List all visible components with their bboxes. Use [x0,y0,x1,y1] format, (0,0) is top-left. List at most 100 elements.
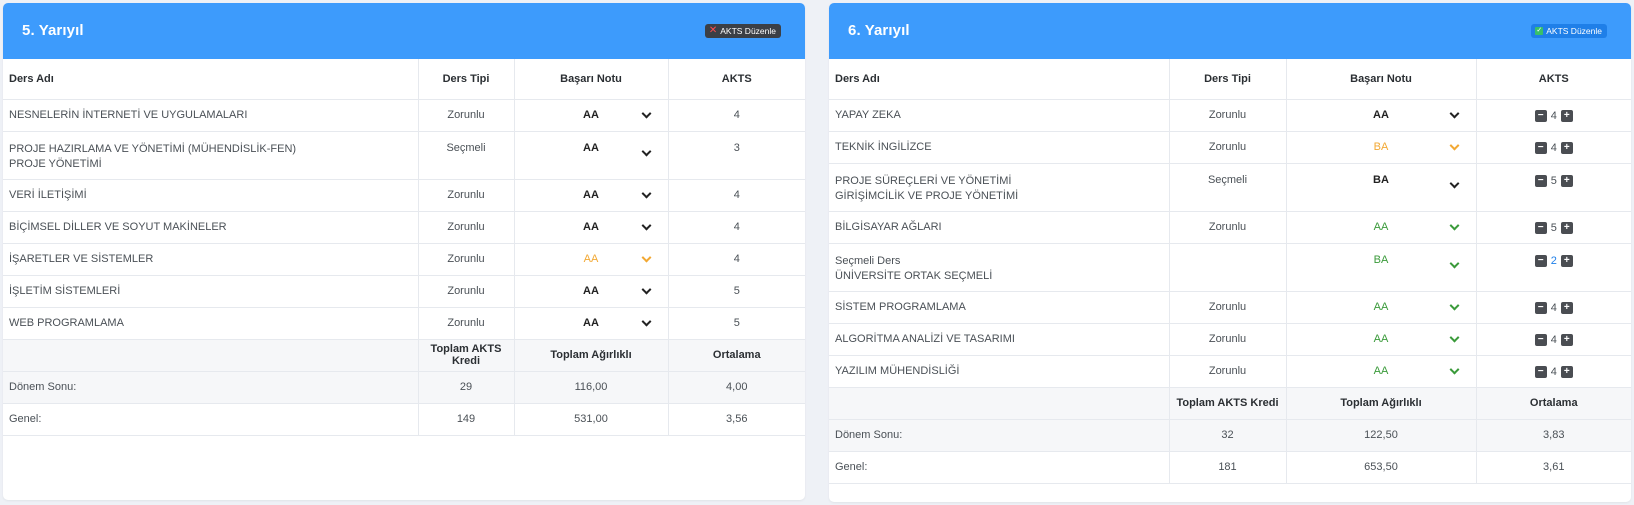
summary-weighted: 122,50 [1286,419,1477,452]
grade-select-wrap[interactable]: BA [1287,253,1476,268]
grade-select[interactable]: AA [1286,323,1477,356]
plus-icon[interactable]: + [1560,141,1573,154]
grade-select-wrap[interactable]: AA [515,180,668,211]
header-grade: Başarı Notu [514,59,669,100]
akts-cell: 3 [668,131,805,180]
akts-stepper[interactable]: −4 + [1534,365,1573,378]
minus-icon[interactable]: − [1534,254,1547,267]
grade-select[interactable]: AA [514,131,669,180]
grade-value: AA [583,189,599,201]
grade-select[interactable]: AA [1286,291,1477,324]
grade-select-wrap[interactable]: AA [515,308,668,339]
plus-icon[interactable]: + [1560,174,1573,187]
grade-select[interactable]: BA [1286,243,1477,292]
grade-select-wrap[interactable]: AA [515,276,668,307]
summary-average: 3,56 [668,403,805,436]
grade-select[interactable]: AA [514,179,669,212]
chevron-down-icon[interactable] [641,220,651,231]
chevron-down-icon[interactable] [1449,300,1459,311]
plus-icon[interactable]: + [1560,109,1573,122]
grade-select[interactable]: AA [514,99,669,132]
course-table: Ders Adı Ders Tipi Başarı Notu AKTS YAPA… [829,59,1631,484]
course-name: BİLGİSAYAR AĞLARI [829,211,1170,244]
grade-value: AA [583,253,599,265]
grade-select[interactable]: AA [514,275,669,308]
grade-select[interactable]: AA [514,307,669,340]
grade-select[interactable]: BA [1286,163,1477,212]
akts-stepper[interactable]: −5 + [1534,174,1573,187]
grade-value: BA [1373,253,1389,266]
minus-icon[interactable]: − [1534,221,1547,234]
plus-icon[interactable]: + [1560,221,1573,234]
grade-select-wrap[interactable]: AA [515,212,668,243]
akts-stepper[interactable]: −4 + [1534,141,1573,154]
grade-select-wrap[interactable]: AA [1287,324,1476,355]
chevron-down-icon[interactable] [1449,364,1459,375]
akts-stepper[interactable]: −4 + [1534,301,1573,314]
grade-select[interactable]: AA [514,243,669,276]
summary-header: Toplam AKTS Kredi [418,339,515,372]
chevron-down-icon[interactable] [641,316,651,327]
akts-cell: −4 + [1476,323,1631,356]
course-name: YAZILIM MÜHENDİSLİĞİ [829,355,1170,388]
grade-value: AA [583,317,599,329]
minus-icon[interactable]: − [1534,141,1547,154]
minus-icon[interactable]: − [1534,174,1547,187]
plus-icon[interactable]: + [1560,301,1573,314]
minus-icon[interactable]: − [1534,301,1547,314]
akts-stepper[interactable]: −4 + [1534,109,1573,122]
chevron-down-icon[interactable] [1449,140,1459,151]
minus-icon[interactable]: − [1534,333,1547,346]
chevron-down-icon[interactable] [1449,258,1459,268]
plus-icon[interactable]: + [1560,254,1573,267]
akts-value: 4 [733,253,740,265]
chevron-down-icon[interactable] [641,146,651,156]
plus-icon[interactable]: + [1560,365,1573,378]
akts-edit-toggle[interactable]: ✓ AKTS Düzenle [1531,24,1607,38]
chevron-down-icon[interactable] [1449,108,1459,119]
course-name-line: İŞARETLER VE SİSTEMLER [9,253,154,265]
akts-stepper[interactable]: −2 + [1534,254,1573,267]
summary-average: 3,83 [1476,419,1631,452]
grade-select-wrap[interactable]: BA [1287,132,1476,163]
grade-select[interactable]: AA [514,211,669,244]
grade-select-wrap[interactable]: AA [1287,212,1476,243]
chevron-down-icon[interactable] [641,188,651,199]
akts-value: 4 [1550,365,1557,378]
grade-select-wrap[interactable]: AA [1287,292,1476,323]
grade-select[interactable]: AA [1286,99,1477,132]
akts-stepper[interactable]: −4 + [1534,333,1573,346]
chevron-down-icon[interactable] [1449,220,1459,231]
minus-icon[interactable]: − [1534,365,1547,378]
grade-select[interactable]: BA [1286,131,1477,164]
course-row: BİLGİSAYAR AĞLARI Zorunlu AA −5 + [829,211,1631,244]
header-grade: Başarı Notu [1286,59,1477,100]
grade-select-wrap[interactable]: AA [1287,356,1476,387]
chevron-down-icon[interactable] [641,252,651,263]
chevron-down-icon[interactable] [641,108,651,119]
grade-select-wrap[interactable]: AA [515,244,668,275]
akts-value: 4 [733,109,740,121]
grade-select[interactable]: AA [1286,355,1477,388]
grade-select-wrap[interactable]: BA [1287,174,1476,188]
chevron-down-icon[interactable] [1449,178,1459,188]
header-course-name: Ders Adı [3,59,419,100]
grade-value: AA [583,221,599,233]
plus-icon[interactable]: + [1560,333,1573,346]
akts-cell: −5 + [1476,211,1631,244]
grade-select-wrap[interactable]: AA [1287,100,1476,131]
akts-value: 4 [733,221,740,233]
akts-stepper[interactable]: −5 + [1534,221,1573,234]
course-name: WEB PROGRAMLAMA [3,307,419,340]
summary-average: 3,61 [1476,451,1631,484]
semester-panel-6: 6. Yarıyıl ✓ AKTS Düzenle Ders Adı Ders … [829,3,1631,502]
grade-select-wrap[interactable]: AA [515,142,668,156]
akts-edit-toggle[interactable]: ✕ AKTS Düzenle [704,24,781,38]
header-course-name: Ders Adı [829,59,1170,100]
akts-value: 4 [1550,141,1557,154]
minus-icon[interactable]: − [1534,109,1547,122]
chevron-down-icon[interactable] [1449,332,1459,343]
grade-select-wrap[interactable]: AA [515,100,668,131]
chevron-down-icon[interactable] [641,284,651,295]
grade-select[interactable]: AA [1286,211,1477,244]
